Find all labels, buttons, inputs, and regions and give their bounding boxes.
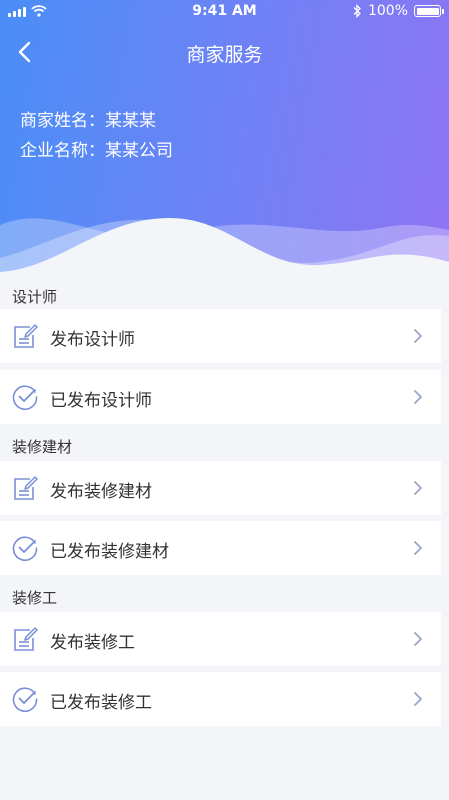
chevron-right-icon <box>414 329 422 343</box>
company-name: 企业名称：某某公司 <box>20 141 173 161</box>
edit-document-icon <box>14 476 38 500</box>
page-title: 商家服务 <box>186 44 263 66</box>
chevron-right-icon <box>414 632 422 646</box>
edit-document-icon <box>14 324 38 348</box>
item-label: 发布设计师 <box>50 330 135 350</box>
merchant-info: 商家姓名：某某某 企业名称：某某公司 <box>20 106 173 166</box>
item-label: 发布装修建材 <box>50 482 152 502</box>
publish-worker-item[interactable]: 发布装修工 <box>0 612 441 666</box>
chevron-right-icon <box>414 541 422 555</box>
battery-percent: 100% <box>367 3 408 19</box>
chevron-right-icon <box>414 390 422 404</box>
edit-document-icon <box>14 627 38 651</box>
published-designer-item[interactable]: 已发布设计师 <box>0 370 441 424</box>
navigation-bar: 商家服务 <box>0 32 449 72</box>
published-materials-item[interactable]: 已发布装修建材 <box>0 521 441 575</box>
item-label: 已发布装修工 <box>50 693 152 713</box>
chevron-right-icon <box>414 692 422 706</box>
item-label: 已发布装修建材 <box>50 542 169 562</box>
status-bar: 9:41 AM 100% <box>0 0 449 24</box>
check-circle-icon <box>12 687 38 712</box>
section-title-materials: 装修建材 <box>12 438 73 456</box>
battery-icon <box>414 5 444 17</box>
item-label: 发布装修工 <box>50 633 135 653</box>
section-title-designer: 设计师 <box>12 288 58 306</box>
published-worker-item[interactable]: 已发布装修工 <box>0 672 441 726</box>
chevron-right-icon <box>414 481 422 495</box>
check-circle-icon <box>12 385 38 410</box>
bluetooth-icon <box>353 4 361 18</box>
section-title-workers: 装修工 <box>12 589 58 607</box>
publish-designer-item[interactable]: 发布设计师 <box>0 309 441 363</box>
check-circle-icon <box>12 536 38 561</box>
item-label: 已发布设计师 <box>50 391 152 411</box>
publish-materials-item[interactable]: 发布装修建材 <box>0 461 441 515</box>
merchant-name: 商家姓名：某某某 <box>20 111 156 131</box>
